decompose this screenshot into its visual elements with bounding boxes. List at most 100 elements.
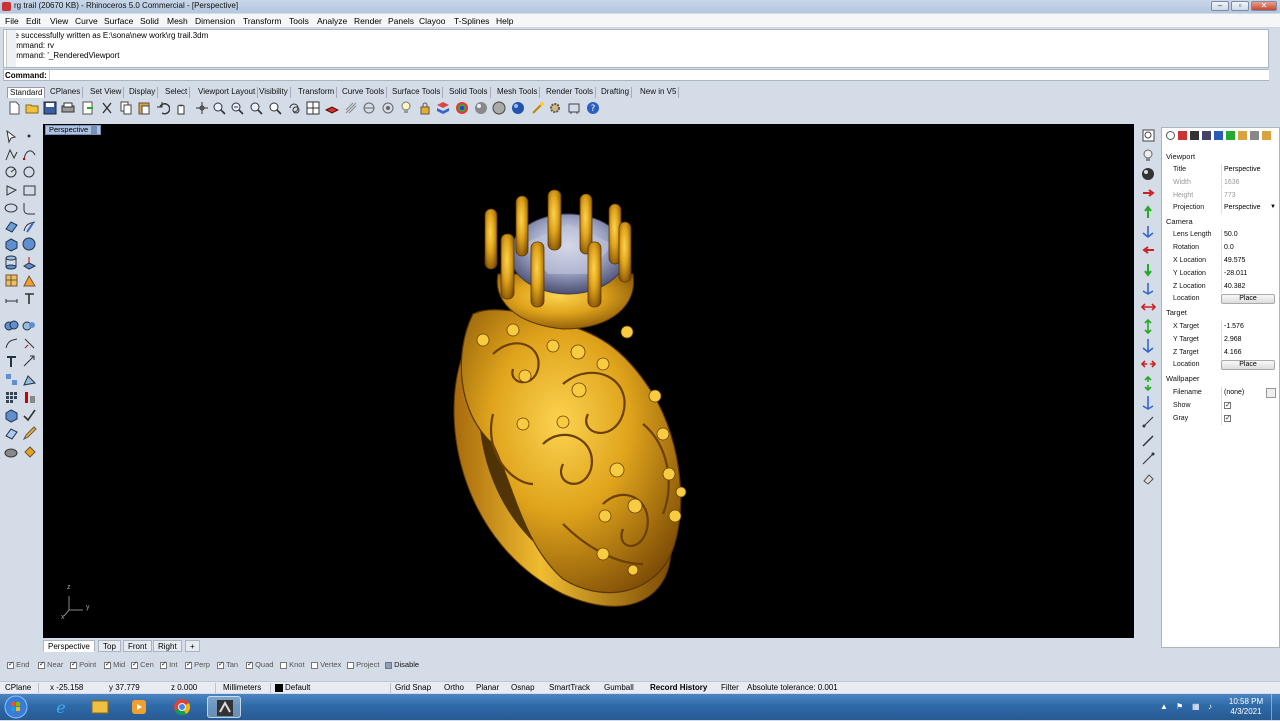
sweep-icon[interactable] [22,219,37,234]
history-scrollbar[interactable] [6,30,16,67]
show-icon[interactable] [381,101,395,115]
x-location-field[interactable]: 49.575 [1221,255,1275,267]
media-player-taskbar-icon[interactable] [122,696,156,718]
osnap-disable[interactable]: Disable [385,660,419,669]
zoom-extents-icon[interactable] [230,101,244,115]
rotate-3d-icon[interactable] [1141,224,1156,239]
pencil-icon[interactable] [1141,433,1156,448]
menu-panels[interactable]: Panels [388,16,414,26]
y-location-field[interactable]: -28.011 [1221,268,1275,280]
scale-3d-icon[interactable] [1141,338,1156,353]
mesh-icon[interactable] [4,273,19,288]
browse-button[interactable] [1266,388,1276,398]
extrude-icon[interactable] [22,255,37,270]
cylinder-icon[interactable] [4,255,19,270]
boolean-union-icon[interactable] [4,318,19,333]
x-target-field[interactable]: -1.576 [1221,321,1275,333]
sun-tab-icon[interactable] [1238,131,1247,140]
lock-icon[interactable] [418,101,432,115]
tab-drafting[interactable]: Drafting [599,87,633,98]
osnap-tan[interactable]: Tan [217,660,238,669]
ellipse-icon[interactable] [4,201,19,216]
environment-tab-icon[interactable] [1226,131,1235,140]
tab-front[interactable]: Front [123,640,152,652]
tab-cplanes[interactable]: CPlanes [48,87,84,98]
render-material-icon[interactable] [4,444,19,459]
menu-edit[interactable]: Edit [26,16,41,26]
command-history[interactable]: File successfully written as E:\sona\new… [3,29,1269,68]
undo-view-icon[interactable] [287,101,301,115]
move-down-icon[interactable] [1141,281,1156,296]
osnap-knot[interactable]: Knot [280,660,305,669]
circle-icon[interactable] [4,165,19,180]
menu-view[interactable]: View [50,16,68,26]
copy-icon[interactable] [119,101,133,115]
join-icon[interactable] [4,354,19,369]
show-desktop-button[interactable] [1271,694,1280,720]
explorer-taskbar-icon[interactable] [83,696,117,718]
cplane-icon[interactable] [325,101,339,115]
gumball-toggle[interactable]: Gumball [604,683,634,693]
curve-tool-icon[interactable] [1141,452,1156,467]
tray-flag-icon[interactable]: ⚑ [1176,702,1183,711]
light-icon[interactable] [399,101,413,115]
import-icon[interactable] [81,101,95,115]
z-target-field[interactable]: 4.166 [1221,347,1275,359]
projection-select[interactable]: Perspective [1221,202,1275,214]
scale-icon[interactable] [22,372,37,387]
tab-select[interactable]: Select [163,87,191,98]
check-icon[interactable] [22,408,37,423]
material-icon[interactable] [474,101,488,115]
text-icon[interactable] [22,291,37,306]
osnap-point[interactable]: Point [70,660,96,669]
environment-icon[interactable] [1141,167,1156,182]
split-icon[interactable] [22,336,37,351]
camera-place-button[interactable]: Place [1221,294,1275,304]
point-icon[interactable] [22,129,37,144]
layer-tab-icon[interactable] [1178,131,1187,140]
light-bulb-icon[interactable] [1141,148,1156,163]
paste-icon[interactable] [137,101,151,115]
lens-length-field[interactable]: 50.0 [1221,229,1275,241]
status-cplane[interactable]: CPlane [5,683,31,693]
cut-icon[interactable] [100,101,114,115]
menu-tools[interactable]: Tools [289,16,309,26]
print-icon[interactable] [61,101,75,115]
command-input[interactable] [49,70,1269,80]
osnap-toggle[interactable]: Osnap [511,683,535,693]
status-units[interactable]: Millimeters [223,683,261,693]
render-preview-icon[interactable] [511,101,525,115]
tray-arrow-icon[interactable]: ▲ [1160,702,1168,711]
help-tab-icon[interactable] [1262,131,1271,140]
perspective-viewport[interactable]: Perspective z y x [43,124,1134,638]
menu-file[interactable]: File [5,16,19,26]
tab-right[interactable]: Right [153,640,182,652]
render-mesh-icon[interactable] [22,273,37,288]
menu-tsplines[interactable]: T-Splines [454,16,489,26]
trim-icon[interactable] [4,336,19,351]
align-vertical-icon[interactable] [1141,376,1156,391]
record-history-toggle[interactable]: Record History [650,683,707,693]
tab-top[interactable]: Top [98,640,121,652]
rotation-field[interactable]: 0.0 [1221,242,1275,254]
tray-time[interactable]: 10:58 PM [1226,697,1266,706]
tab-viewport-layout[interactable]: Viewport Layout [196,87,259,98]
menu-mesh[interactable]: Mesh [167,16,188,26]
boolean-split-icon[interactable] [22,318,37,333]
prop-title-value[interactable]: Perspective [1221,164,1275,176]
arrow-right-icon[interactable] [1141,186,1156,201]
scale-horizontal-icon[interactable] [1141,300,1156,315]
zoom-icon[interactable] [268,101,282,115]
menu-surface[interactable]: Surface [104,16,133,26]
menu-solid[interactable]: Solid [140,16,159,26]
tab-surface-tools[interactable]: Surface Tools [390,87,444,98]
grid-snap-toggle[interactable]: Grid Snap [395,683,431,693]
close-button[interactable]: ✕ [1251,1,1277,11]
mirror-icon[interactable] [1141,357,1156,372]
z-location-field[interactable]: 40.382 [1221,281,1275,293]
tab-new-in-v5[interactable]: New in V5 [638,87,680,98]
box-icon[interactable] [4,237,19,252]
minimize-button[interactable]: – [1211,1,1229,11]
tab-visibility[interactable]: Visibility [257,87,291,98]
pan-icon[interactable] [174,101,188,115]
